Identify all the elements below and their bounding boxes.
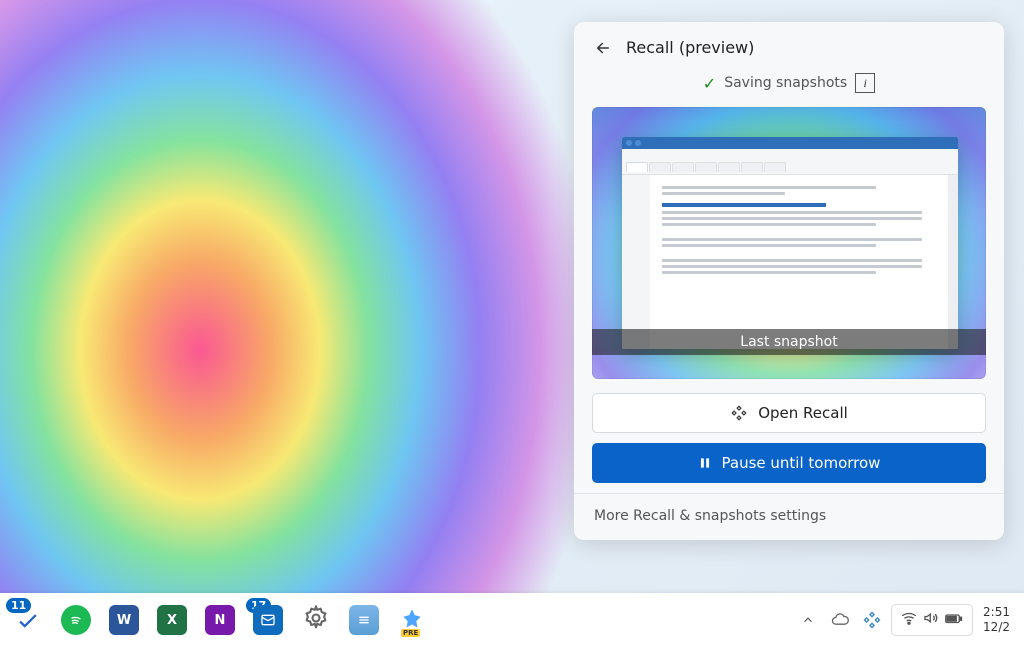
battery-icon <box>944 609 964 631</box>
open-recall-label: Open Recall <box>758 404 848 422</box>
taskbar-excel[interactable]: X <box>150 598 194 642</box>
flyout-header: Recall (preview) <box>574 38 1004 71</box>
copilot-icon: PRE <box>397 605 427 635</box>
more-settings-link[interactable]: More Recall & snapshots settings <box>574 494 1004 540</box>
taskbar-outlook[interactable]: 17 <box>246 598 290 642</box>
taskbar-settings[interactable] <box>294 598 338 642</box>
taskbar-copilot[interactable]: PRE <box>390 598 434 642</box>
word-icon: W <box>109 605 139 635</box>
open-recall-button[interactable]: Open Recall <box>592 393 986 433</box>
spotify-icon <box>61 605 91 635</box>
outlook-icon <box>253 605 283 635</box>
taskbar-spotify[interactable] <box>54 598 98 642</box>
check-icon: ✓ <box>703 74 716 93</box>
onedrive-icon[interactable] <box>825 598 855 642</box>
taskbar-clock[interactable]: 2:51 12/2 <box>975 598 1018 642</box>
snapshot-label: Last snapshot <box>592 329 986 355</box>
clock-date: 12/2 <box>983 620 1010 635</box>
snapshot-status: ✓ Saving snapshots i <box>574 71 1004 99</box>
info-icon[interactable]: i <box>855 73 875 93</box>
taskbar-notepad[interactable] <box>342 598 386 642</box>
taskbar-onenote[interactable]: N <box>198 598 242 642</box>
flyout-title: Recall (preview) <box>626 38 754 57</box>
todo-badge: 11 <box>6 598 31 613</box>
taskbar: 11 W X N 17 <box>0 593 1024 647</box>
excel-icon: X <box>157 605 187 635</box>
recall-tray-icon[interactable] <box>857 598 887 642</box>
tray-quick-settings[interactable] <box>891 604 973 636</box>
taskbar-word[interactable]: W <box>102 598 146 642</box>
recall-icon <box>730 404 748 422</box>
snapshot-preview[interactable]: Last snapshot <box>592 107 986 379</box>
pause-icon <box>698 456 712 470</box>
wifi-icon <box>900 609 918 631</box>
tray-overflow-chevron[interactable] <box>793 598 823 642</box>
taskbar-todo[interactable]: 11 <box>6 598 50 642</box>
pause-label: Pause until tomorrow <box>722 454 881 472</box>
notepad-icon <box>349 605 379 635</box>
clock-time: 2:51 <box>983 605 1010 620</box>
volume-icon <box>922 609 940 631</box>
gear-icon <box>302 604 330 636</box>
copilot-pre-tag: PRE <box>401 629 420 637</box>
status-text: Saving snapshots <box>724 75 847 91</box>
pause-button[interactable]: Pause until tomorrow <box>592 443 986 483</box>
onenote-icon: N <box>205 605 235 635</box>
back-arrow-icon[interactable] <box>594 39 612 57</box>
recall-flyout: Recall (preview) ✓ Saving snapshots i <box>574 22 1004 540</box>
snapshot-window-thumbnail <box>622 137 958 349</box>
